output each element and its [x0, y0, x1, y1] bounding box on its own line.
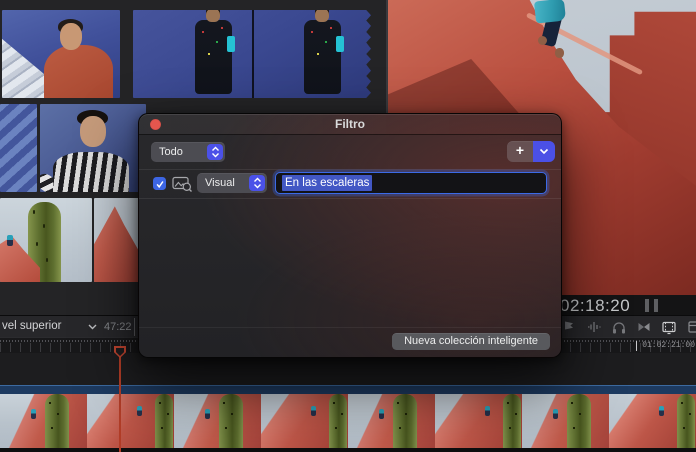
- app-window: 02:18:20 vel superior 47:22 01:02:21:00: [0, 0, 696, 452]
- audio-waveform-icon[interactable]: [586, 319, 602, 335]
- flag-icon[interactable]: [561, 319, 577, 335]
- dialog-titlebar[interactable]: Filtro: [139, 114, 561, 135]
- clip-thumbnail[interactable]: [40, 104, 146, 192]
- filter-text-input[interactable]: En las escaleras: [275, 172, 547, 194]
- viewer-person: [533, 0, 575, 60]
- chevron-down-icon[interactable]: [88, 324, 97, 330]
- playhead-line[interactable]: [119, 347, 121, 452]
- index-icon[interactable]: [686, 319, 696, 335]
- rule-type-value: Visual: [197, 177, 249, 189]
- scope-popup[interactable]: Todo: [151, 142, 225, 162]
- clip-thumbnail[interactable]: [133, 10, 371, 98]
- dialog-title: Filtro: [139, 114, 561, 135]
- scope-popup-value: Todo: [151, 146, 207, 158]
- clip-lane-bottom: [0, 448, 696, 452]
- add-rule-control: +: [507, 141, 555, 162]
- viewer-timecode: 02:18:20: [560, 296, 630, 316]
- close-button[interactable]: [150, 119, 161, 130]
- transition-icon[interactable]: [636, 319, 652, 335]
- selected-text: En las escaleras: [282, 175, 372, 191]
- separator: [139, 169, 561, 170]
- chevron-down-icon: [539, 148, 549, 155]
- separator: [139, 198, 561, 199]
- clip-lane-bar[interactable]: [0, 385, 696, 394]
- add-rule-button[interactable]: +: [507, 141, 533, 162]
- project-breadcrumb[interactable]: vel superior: [2, 320, 61, 332]
- add-rule-menu-button[interactable]: [533, 141, 555, 162]
- clip-thumbnail[interactable]: [2, 10, 120, 98]
- filter-dialog: Filtro Todo + Visual: [138, 113, 562, 358]
- clip-appearance-icon[interactable]: [661, 319, 677, 335]
- pause-icon: [645, 299, 658, 312]
- popup-stepper-icon: [207, 144, 223, 160]
- project-duration: 47:22: [104, 321, 132, 333]
- pane-edge: [134, 318, 135, 336]
- popup-stepper-icon: [249, 175, 265, 191]
- clip-thumbnail[interactable]: [0, 104, 37, 192]
- headphones-icon[interactable]: [611, 319, 627, 335]
- checkmark-icon: [155, 179, 165, 189]
- separator: [139, 327, 561, 328]
- new-smart-collection-button[interactable]: Nueva colección inteligente: [392, 333, 550, 350]
- timeline-clip[interactable]: [0, 394, 696, 448]
- clip-thumbnail[interactable]: [0, 198, 92, 282]
- visual-media-icon: [172, 176, 193, 192]
- ruler-timecode: 01:02:21:00: [636, 341, 695, 351]
- rule-type-popup[interactable]: Visual: [197, 173, 267, 193]
- rule-checkbox[interactable]: [153, 177, 166, 190]
